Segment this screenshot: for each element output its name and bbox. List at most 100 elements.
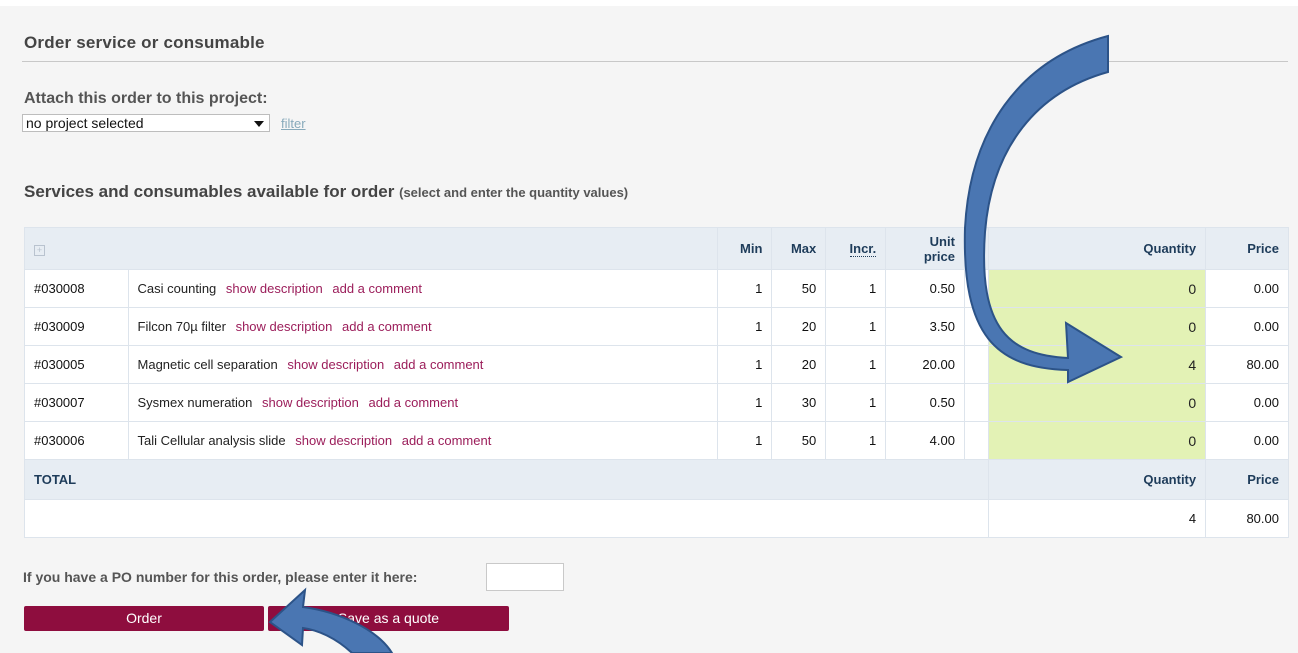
- expand-header: +: [24, 227, 718, 270]
- row-max: 20: [771, 307, 827, 346]
- show-description-link[interactable]: show description: [295, 433, 392, 448]
- row-spacer: [963, 383, 989, 422]
- save-quote-button[interactable]: Save as a quote: [268, 606, 509, 631]
- row-price: 0.00: [1205, 269, 1289, 308]
- header-incr: Incr.: [825, 227, 887, 270]
- row-price: 0.00: [1205, 307, 1289, 346]
- project-select-value: no project selected: [26, 115, 144, 131]
- header-price: Price: [1205, 227, 1289, 270]
- chevron-down-icon: [254, 121, 264, 127]
- row-max: 50: [771, 421, 827, 460]
- row-min: 1: [716, 307, 773, 346]
- row-code: #030006: [24, 421, 129, 460]
- project-label: Attach this order to this project:: [24, 90, 268, 107]
- table-row: #030009 Filcon 70µ filter show descripti…: [24, 307, 1289, 346]
- row-name-cell: Casi counting show description add a com…: [127, 269, 718, 308]
- row-name-cell: Sysmex numeration show description add a…: [127, 383, 718, 422]
- row-unit-price: 20.00: [885, 345, 965, 384]
- header-max: Max: [771, 227, 827, 270]
- show-description-link[interactable]: show description: [236, 319, 333, 334]
- add-comment-link[interactable]: add a comment: [402, 433, 492, 448]
- row-price: 0.00: [1205, 421, 1289, 460]
- table-header-row: + Min Max Incr. Unit price Quantity Pric…: [24, 227, 1289, 270]
- row-max: 20: [771, 345, 827, 384]
- row-incr: 1: [825, 307, 887, 346]
- quantity-input[interactable]: 0: [987, 307, 1207, 346]
- header-min: Min: [716, 227, 773, 270]
- filter-link[interactable]: filter: [281, 116, 306, 131]
- row-incr: 1: [825, 269, 887, 308]
- row-spacer: [963, 345, 989, 384]
- header-unit-price: Unit price: [885, 227, 965, 270]
- show-description-link[interactable]: show description: [226, 281, 323, 296]
- services-heading: Services and consumables available for o…: [24, 182, 628, 202]
- table-row: #030007 Sysmex numeration show descripti…: [24, 383, 1289, 422]
- total-price-label: Price: [1205, 459, 1289, 500]
- row-code: #030005: [24, 345, 129, 384]
- services-hint: (select and enter the quantity values): [399, 185, 629, 200]
- add-comment-link[interactable]: add a comment: [368, 395, 458, 410]
- order-button[interactable]: Order: [24, 606, 264, 631]
- page-title: Order service or consumable: [24, 33, 265, 52]
- total-quantity: 4: [987, 499, 1207, 538]
- row-spacer: [963, 307, 989, 346]
- total-price: 80.00: [1205, 499, 1289, 538]
- row-incr: 1: [825, 345, 887, 384]
- po-number-input[interactable]: [486, 563, 564, 591]
- title-divider: [22, 61, 1288, 62]
- total-values-row: 4 80.00: [24, 499, 1289, 538]
- header-spacer: [963, 227, 989, 270]
- row-price: 0.00: [1205, 383, 1289, 422]
- row-name: Magnetic cell separation: [137, 357, 278, 372]
- total-label: TOTAL: [24, 459, 989, 500]
- header-incr-label: Incr.: [849, 241, 877, 257]
- add-comment-link[interactable]: add a comment: [332, 281, 422, 296]
- row-name: Tali Cellular analysis slide: [137, 433, 286, 448]
- row-unit-price: 3.50: [885, 307, 965, 346]
- row-name: Casi counting: [137, 281, 217, 296]
- row-code: #030009: [24, 307, 129, 346]
- row-name-cell: Tali Cellular analysis slide show descri…: [127, 421, 718, 460]
- header-quantity: Quantity: [987, 227, 1207, 270]
- total-quantity-label: Quantity: [987, 459, 1207, 500]
- row-spacer: [963, 421, 989, 460]
- row-unit-price: 0.50: [885, 269, 965, 308]
- row-name: Filcon 70µ filter: [137, 319, 226, 334]
- row-min: 1: [716, 345, 773, 384]
- quantity-input[interactable]: 4: [987, 345, 1207, 384]
- table-row: #030005 Magnetic cell separation show de…: [24, 345, 1289, 384]
- row-max: 50: [771, 269, 827, 308]
- add-comment-link[interactable]: add a comment: [342, 319, 432, 334]
- quantity-input[interactable]: 0: [987, 269, 1207, 308]
- row-name-cell: Magnetic cell separation show descriptio…: [127, 345, 718, 384]
- quantity-input[interactable]: 0: [987, 421, 1207, 460]
- row-min: 1: [716, 383, 773, 422]
- row-incr: 1: [825, 383, 887, 422]
- services-table: + Min Max Incr. Unit price Quantity Pric…: [24, 227, 1289, 538]
- row-min: 1: [716, 421, 773, 460]
- show-description-link[interactable]: show description: [287, 357, 384, 372]
- row-name: Sysmex numeration: [137, 395, 253, 410]
- expand-icon[interactable]: +: [34, 245, 45, 256]
- order-page: Order service or consumable Attach this …: [0, 0, 1298, 653]
- project-select[interactable]: no project selected: [22, 114, 270, 132]
- show-description-link[interactable]: show description: [262, 395, 359, 410]
- row-code: #030008: [24, 269, 129, 308]
- row-code: #030007: [24, 383, 129, 422]
- table-row: #030006 Tali Cellular analysis slide sho…: [24, 421, 1289, 460]
- row-name-cell: Filcon 70µ filter show description add a…: [127, 307, 718, 346]
- po-label: If you have a PO number for this order, …: [23, 569, 418, 585]
- row-unit-price: 0.50: [885, 383, 965, 422]
- table-row: #030008 Casi counting show description a…: [24, 269, 1289, 308]
- add-comment-link[interactable]: add a comment: [394, 357, 484, 372]
- total-header-row: TOTAL Quantity Price: [24, 459, 1289, 500]
- total-spacer: [24, 499, 989, 538]
- row-incr: 1: [825, 421, 887, 460]
- quantity-input[interactable]: 0: [987, 383, 1207, 422]
- row-price: 80.00: [1205, 345, 1289, 384]
- services-title: Services and consumables available for o…: [24, 182, 395, 201]
- row-max: 30: [771, 383, 827, 422]
- top-strip: [0, 0, 1298, 6]
- row-spacer: [963, 269, 989, 308]
- row-unit-price: 4.00: [885, 421, 965, 460]
